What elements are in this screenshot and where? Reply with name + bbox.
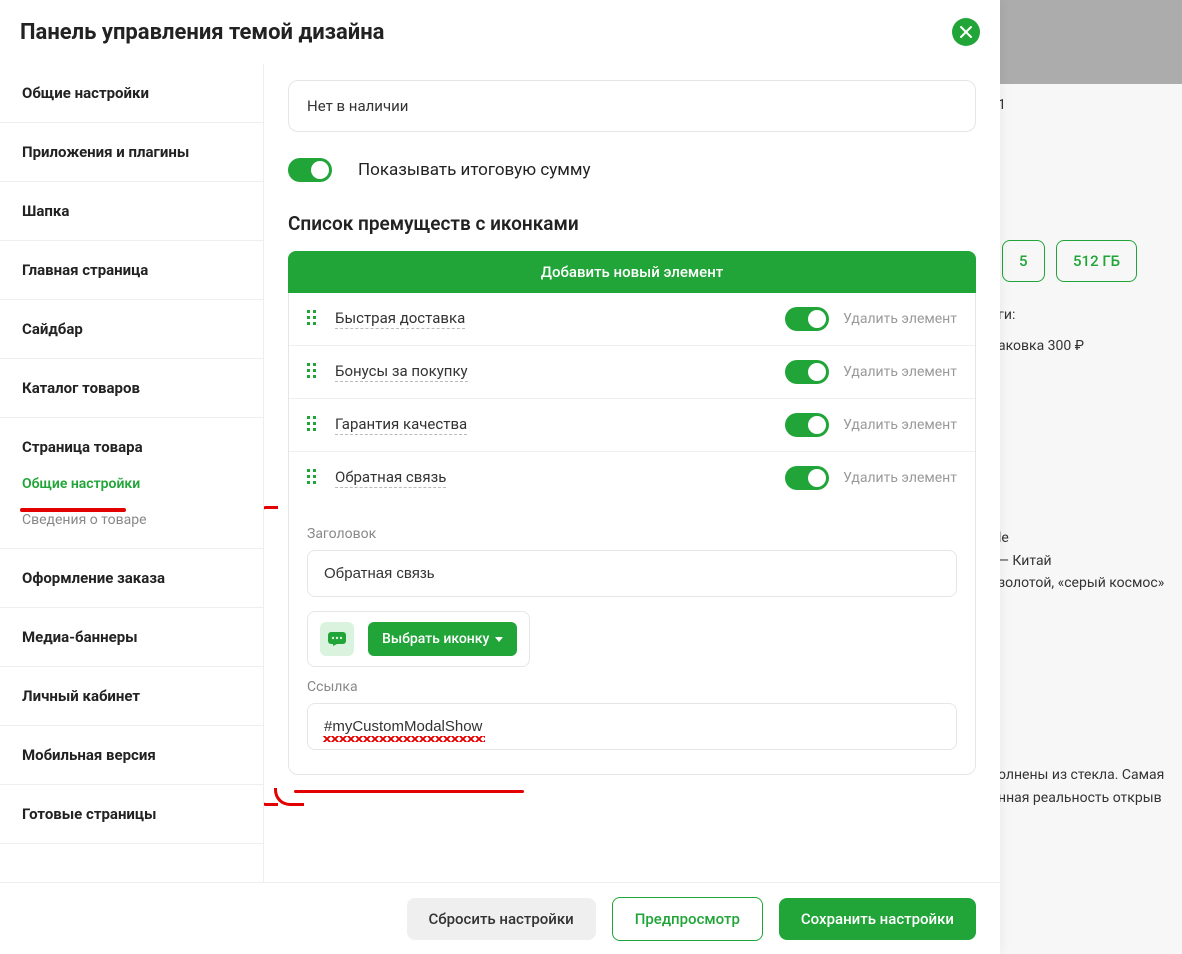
sidebar-item-plugins[interactable]: Приложения и плагины	[0, 123, 263, 182]
close-icon	[959, 25, 973, 39]
sidebar-item-product-page[interactable]: Страница товара	[0, 418, 263, 466]
backdrop-text: золотой, «серый космос»	[998, 572, 1176, 594]
chat-icon	[320, 622, 354, 656]
feature-row: Бонусы за покупку Удалить элемент	[289, 346, 975, 399]
drag-handle-icon[interactable]	[307, 310, 321, 328]
sidebar-subitem-product-info[interactable]: Сведения о товаре	[0, 502, 263, 538]
sidebar-item-general[interactable]: Общие настройки	[0, 64, 263, 123]
backdrop-text: — Китай	[998, 550, 1176, 572]
feature-row: Быстрая доставка Удалить элемент	[289, 293, 975, 346]
preview-button[interactable]: Предпросмотр	[612, 897, 763, 941]
backdrop-text: нная реальность открыв	[998, 787, 1176, 809]
features-section-title: Список премуществ с иконками	[288, 212, 976, 235]
settings-sidebar: Общие настройки Приложения и плагины Шап…	[0, 64, 264, 882]
show-total-toggle[interactable]	[288, 158, 332, 182]
show-total-label: Показывать итоговую сумму	[358, 160, 591, 180]
sidebar-item-sidebar[interactable]: Сайдбар	[0, 300, 263, 359]
delete-feature-link[interactable]: Удалить элемент	[843, 311, 957, 327]
feature-label[interactable]: Быстрая доставка	[335, 309, 465, 329]
pick-icon-label: Выбрать иконку	[382, 631, 489, 647]
storage-pill[interactable]: 5	[1002, 240, 1045, 282]
save-button[interactable]: Сохранить настройки	[779, 898, 976, 940]
feature-toggle[interactable]	[785, 466, 829, 490]
delete-feature-link[interactable]: Удалить элемент	[843, 470, 957, 486]
link-field-label: Ссылка	[307, 679, 957, 695]
drag-handle-icon[interactable]	[307, 469, 321, 487]
feature-label[interactable]: Обратная связь	[335, 468, 446, 488]
backdrop-number: 1	[998, 94, 1176, 116]
feature-label[interactable]: Бонусы за покупку	[335, 362, 468, 382]
feature-list: Быстрая доставка Удалить элемент Бонусы …	[288, 293, 976, 775]
feature-link-input[interactable]	[307, 703, 957, 750]
feature-toggle[interactable]	[785, 413, 829, 437]
sidebar-subitem-general[interactable]: Общие настройки	[0, 466, 263, 502]
feature-expanded-panel: Заголовок Выбрать иконку Ссылка	[289, 504, 975, 774]
feature-row: Гарантия качества Удалить элемент	[289, 399, 975, 452]
sidebar-item-mobile[interactable]: Мобильная версия	[0, 726, 263, 785]
sidebar-item-pages[interactable]: Готовые страницы	[0, 785, 263, 844]
backdrop-text: олнены из стекла. Самая	[998, 764, 1176, 786]
out-of-stock-input[interactable]: Нет в наличии	[289, 81, 975, 131]
modal-title: Панель управления темой дизайна	[20, 20, 384, 45]
storage-pill[interactable]: 512 ГБ	[1056, 240, 1137, 282]
feature-label[interactable]: Гарантия качества	[335, 415, 467, 435]
pick-icon-button[interactable]: Выбрать иконку	[368, 622, 517, 656]
theme-settings-modal: Панель управления темой дизайна Общие на…	[0, 0, 1000, 954]
feature-row-expanded-header: Обратная связь Удалить элемент	[289, 452, 975, 504]
sidebar-item-header[interactable]: Шапка	[0, 182, 263, 241]
delete-feature-link[interactable]: Удалить элемент	[843, 364, 957, 380]
feature-toggle[interactable]	[785, 307, 829, 331]
settings-content: Нет в наличии Показывать итоговую сумму …	[264, 64, 1000, 882]
sidebar-item-account[interactable]: Личный кабинет	[0, 667, 263, 726]
delete-feature-link[interactable]: Удалить элемент	[843, 417, 957, 433]
chevron-down-icon	[495, 637, 503, 642]
backdrop-text: ги:	[998, 304, 1176, 326]
feature-toggle[interactable]	[785, 360, 829, 384]
close-button[interactable]	[952, 18, 980, 46]
sidebar-item-media-banners[interactable]: Медиа-баннеры	[0, 608, 263, 667]
feature-title-input[interactable]	[307, 550, 957, 597]
backdrop-text: аковка 300 ₽	[998, 335, 1176, 357]
sidebar-item-checkout[interactable]: Оформление заказа	[0, 549, 263, 608]
icon-picker: Выбрать иконку	[307, 611, 530, 667]
drag-handle-icon[interactable]	[307, 363, 321, 381]
drag-handle-icon[interactable]	[307, 416, 321, 434]
sidebar-item-catalog[interactable]: Каталог товаров	[0, 359, 263, 418]
sidebar-item-home[interactable]: Главная страница	[0, 241, 263, 300]
reset-button[interactable]: Сбросить настройки	[407, 898, 596, 940]
backdrop-text: le	[998, 527, 1176, 549]
add-feature-button[interactable]: Добавить новый элемент	[288, 251, 976, 293]
title-field-label: Заголовок	[307, 526, 957, 542]
